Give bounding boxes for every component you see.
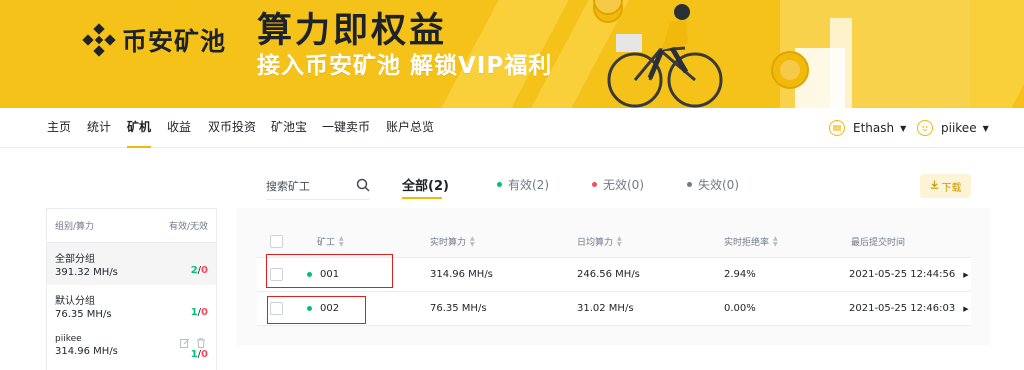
table-header: 矿工 ▲ ▼ 实时算力 ▲ ▼ 日均算力 ▲ ▼ 实时拒绝率 ▲ ▼ 最后提交时间 [257,226,971,258]
group-valid-count: 1 [190,307,198,318]
logo-text: 币安矿池 [122,27,227,56]
col-worker-label: 矿工 [317,238,336,248]
group-invalid-count: 0 [201,307,208,318]
main-nav: 主页 统计 矿机 收益 双币投资 矿池宝 一键卖币 账户总览 Ethash ▼ … [0,108,1024,148]
nav-account-overview[interactable]: 账户总览 [386,108,434,148]
group-list-header: 组别/算力 有效/无效 [47,209,216,243]
promo-banner[interactable]: 币安矿池 算力即权益 接入币安矿池 解锁VIP福利 [0,0,1024,108]
last-submit-time: 2021-05-25 12:46:03 [849,303,956,314]
online-status-icon [307,306,312,311]
col-worker[interactable]: 矿工 ▲ ▼ [317,226,344,257]
nav-stats[interactable]: 统计 [87,108,111,148]
miner-search [266,174,370,200]
row-checkbox[interactable] [270,268,283,281]
chevron-down-icon: ▼ [900,123,907,133]
reject-rate: 2.94% [724,269,756,280]
tab-invalid[interactable]: 无效(0) [592,176,644,193]
col-daily-label: 日均算力 [577,238,614,248]
tab-invalid-label: 无效(0) [603,178,644,192]
group-hashrate: 76.35 MH/s [55,309,112,320]
col-reject-label: 实时拒绝率 [724,238,770,248]
col-realtime-label: 实时算力 [430,238,467,248]
group-name: 默认分组 [55,296,95,307]
nav-one-click-sell[interactable]: 一键卖币 [322,108,370,148]
download-icon [930,180,939,192]
worker-name: 001 [320,269,340,280]
miner-table-panel: 矿工 ▲ ▼ 实时算力 ▲ ▼ 日均算力 ▲ ▼ 实时拒绝率 ▲ ▼ 最后提交时间 001 31… [237,208,990,345]
table-row[interactable]: 002 76.35 MH/s 31.02 MH/s 0.00% 2021-05-… [257,292,971,326]
select-all-checkbox[interactable] [270,235,283,248]
status-dot-valid [497,182,502,187]
sort-icon: ▲ ▼ [773,234,778,248]
active-tab-indicator [402,197,442,199]
group-header-right: 有效/无效 [168,222,208,232]
nav-miners[interactable]: 矿机 [127,108,152,148]
col-last-submit: 最后提交时间 [851,226,905,257]
user-name: piikee [941,121,977,135]
status-dot-invalid [592,182,597,187]
user-menu[interactable]: piikee ▼ [917,108,989,148]
group-count: 1/0 [191,307,208,318]
row-checkbox[interactable] [270,302,283,315]
nav-dual-investment[interactable]: 双币投资 [208,108,256,148]
group-count: 2/0 [191,265,208,276]
search-icon[interactable] [356,177,370,196]
group-hashrate: 391.32 MH/s [55,267,118,278]
group-name: 全部分组 [55,254,95,265]
ethash-coin-icon [829,120,845,136]
download-button[interactable]: 下载 [920,174,971,198]
col-reject-rate[interactable]: 实时拒绝率 ▲ ▼ [724,226,778,257]
daily-hashrate: 246.56 MH/s [577,269,640,280]
group-item-all[interactable]: 全部分组 391.32 MH/s 2/0 [47,243,216,285]
chevron-right-icon[interactable]: ▶ [963,305,968,313]
group-count: 1/0 [191,349,208,360]
group-invalid-count: 0 [201,265,208,276]
sort-icon: ▲ ▼ [617,234,622,248]
sort-icon: ▲ ▼ [339,234,344,248]
tab-inactive-label: 失效(0) [698,178,739,192]
online-status-icon [307,272,312,277]
col-last-submit-label: 最后提交时间 [851,238,906,248]
sort-icon: ▲ ▼ [470,234,475,248]
banner-subtitle: 接入币安矿池 解锁VIP福利 [257,53,553,79]
edit-icon[interactable] [180,333,190,352]
tab-all-label: 全部(2) [402,179,449,194]
tab-valid[interactable]: 有效(2) [497,176,549,193]
table-row[interactable]: 001 314.96 MH/s 246.56 MH/s 2.94% 2021-0… [257,258,971,292]
col-daily-hashrate[interactable]: 日均算力 ▲ ▼ [577,226,622,257]
group-invalid-count: 0 [201,349,208,360]
tab-inactive[interactable]: 失效(0) [687,176,739,193]
realtime-hashrate: 314.96 MH/s [430,269,493,280]
group-item-piikee[interactable]: piikee 314.96 MH/s 1/0 [47,327,216,369]
last-submit-time: 2021-05-25 12:44:56 [849,269,956,280]
download-button-label: 下载 [941,182,962,194]
miner-table: 矿工 ▲ ▼ 实时算力 ▲ ▼ 日均算力 ▲ ▼ 实时拒绝率 ▲ ▼ 最后提交时间 001 31… [257,226,971,326]
tab-all[interactable]: 全部(2) [402,175,449,194]
chevron-down-icon: ▼ [982,123,989,133]
search-input[interactable] [266,180,346,193]
coin-selector-label: Ethash [853,121,895,135]
group-valid-count: 2 [190,265,198,276]
status-dot-inactive [687,182,692,187]
daily-hashrate: 31.02 MH/s [577,303,634,314]
cyclist-illustration-icon [593,0,970,108]
nav-earnings[interactable]: 收益 [167,108,191,148]
group-item-default[interactable]: 默认分组 76.35 MH/s 1/0 [47,285,216,327]
group-list: 组别/算力 有效/无效 全部分组 391.32 MH/s 2/0 默认分组 76… [46,208,217,370]
binance-logo-icon [82,23,116,57]
worker-name: 002 [320,303,340,314]
nav-pool-savings[interactable]: 矿池宝 [271,108,307,148]
chevron-right-icon[interactable]: ▶ [963,271,968,279]
tab-valid-label: 有效(2) [508,178,549,192]
coin-selector[interactable]: Ethash ▼ [829,108,906,148]
nav-home[interactable]: 主页 [47,108,71,148]
realtime-hashrate: 76.35 MH/s [430,303,487,314]
binance-pool-logo[interactable]: 币安矿池 [82,22,226,58]
group-header-left: 组别/算力 [55,222,95,232]
user-avatar-icon [917,120,933,136]
group-valid-count: 1 [190,349,198,360]
col-realtime-hashrate[interactable]: 实时算力 ▲ ▼ [430,226,475,257]
reject-rate: 0.00% [724,303,756,314]
